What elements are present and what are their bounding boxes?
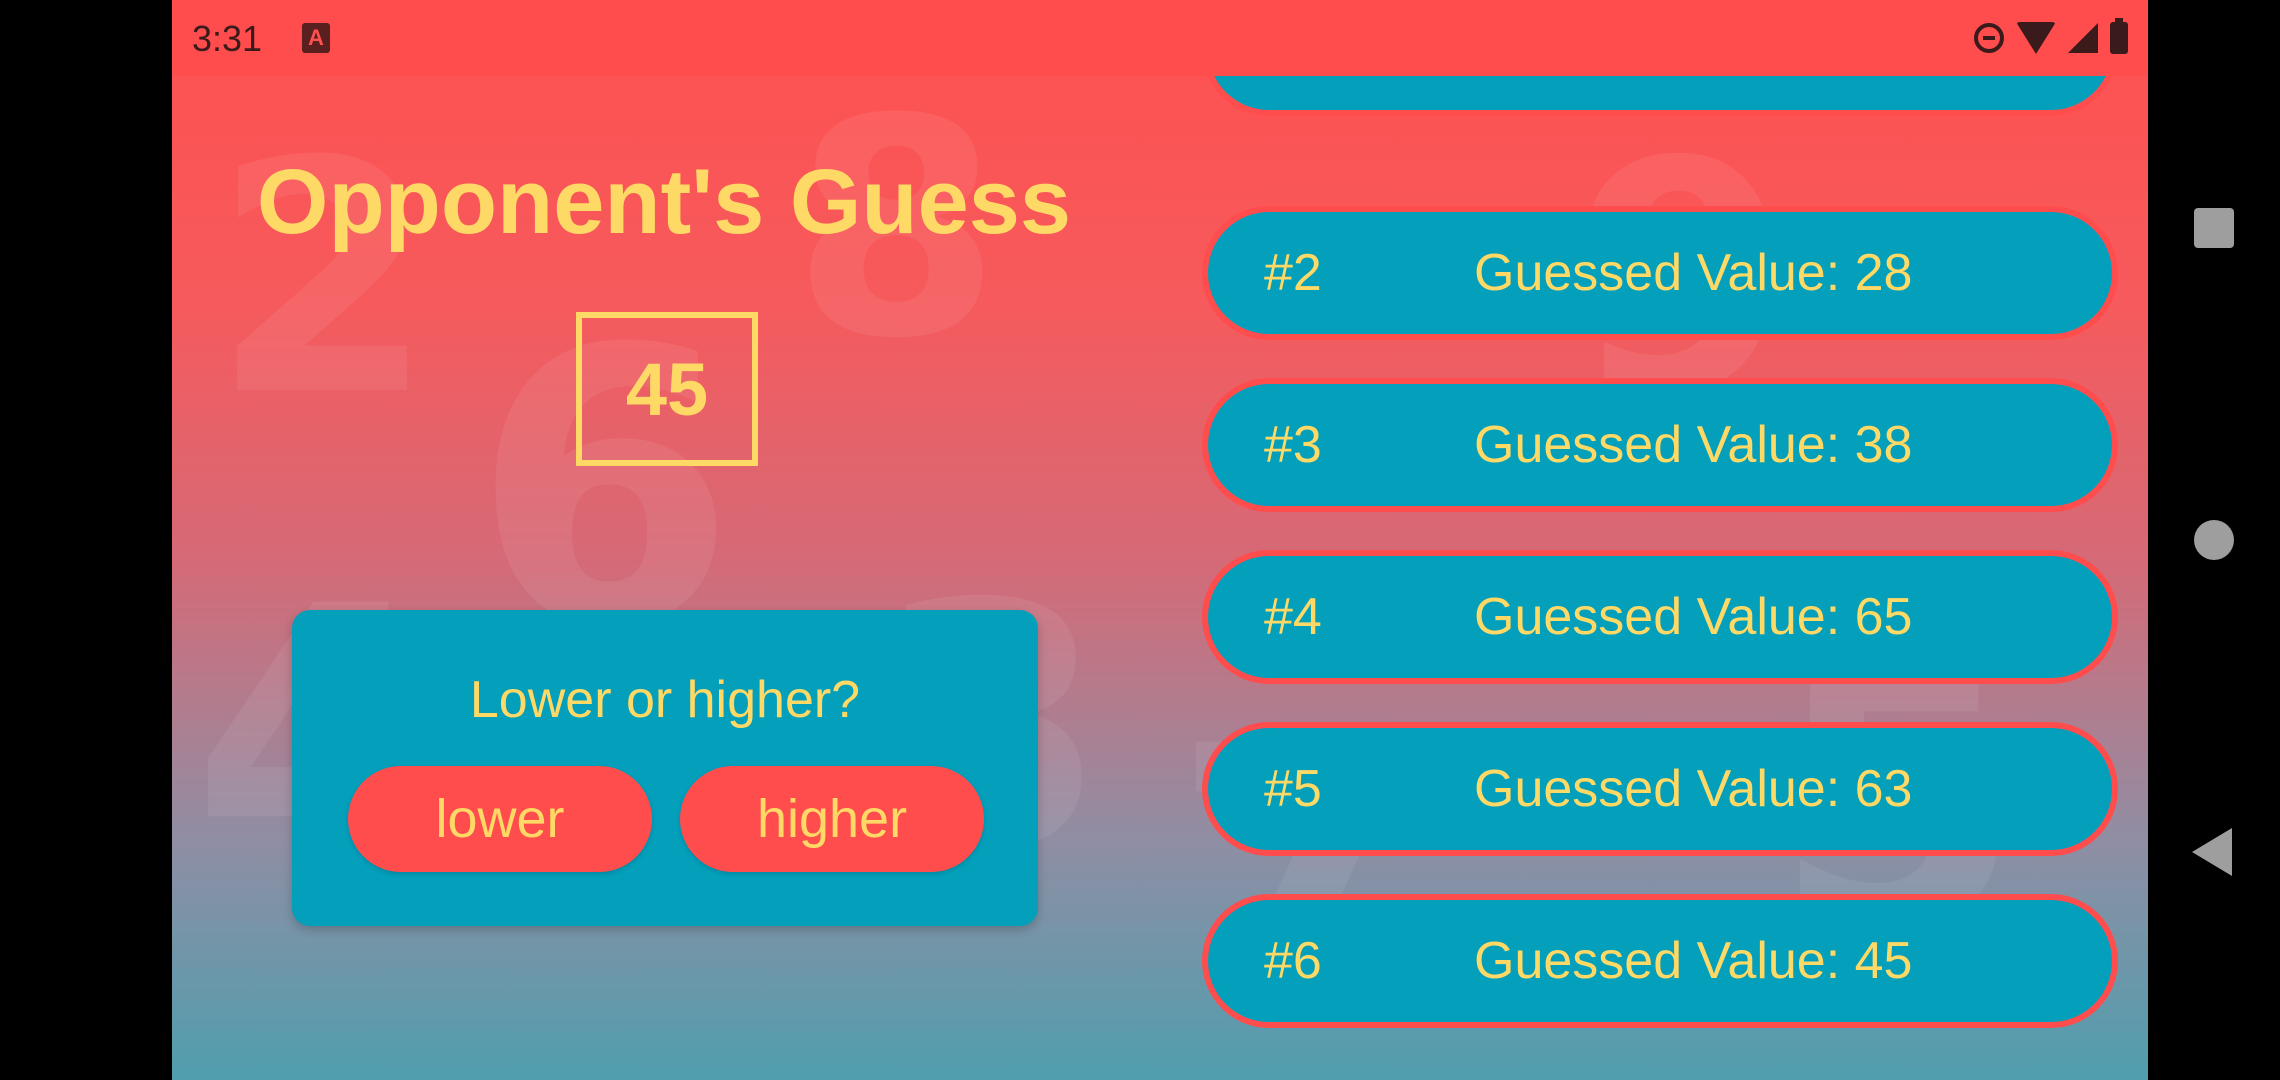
guess-log-item: #3 Guessed Value: 38 <box>1202 378 2118 512</box>
back-triangle-icon[interactable] <box>2192 828 2232 876</box>
guess-round-number: #5 <box>1264 760 1322 818</box>
lower-button[interactable]: lower <box>348 766 652 872</box>
hint-question: Lower or higher? <box>469 671 861 729</box>
device-screen: 2 6 8 4 3 7 9 5 3:31 A Opponent's Guess … <box>0 0 2280 1080</box>
system-nav-bar <box>2148 0 2280 1080</box>
wifi-icon <box>2016 22 2056 54</box>
current-guess-display: 45 <box>576 312 758 466</box>
guess-log-item: #2 Guessed Value: 28 <box>1202 206 2118 340</box>
guess-log-list[interactable]: #2 Guessed Value: 28 #3 Guessed Value: 3… <box>1192 76 2132 1080</box>
recents-square-icon[interactable] <box>2194 208 2234 248</box>
guess-round-number: #2 <box>1264 244 1322 302</box>
status-bar: 3:31 A <box>172 0 2148 76</box>
guess-value-label: Guessed Value: 65 <box>1474 588 1913 646</box>
higher-button[interactable]: higher <box>680 766 984 872</box>
signal-icon <box>2068 23 2098 53</box>
app-notification-icon: A <box>302 23 330 53</box>
game-screen: 2 6 8 4 3 7 9 5 3:31 A Opponent's Guess … <box>172 0 2148 1080</box>
status-icons <box>1974 14 2128 62</box>
hint-card: Lower or higher? lower higher <box>292 610 1038 926</box>
guess-log-item: #6 Guessed Value: 45 <box>1202 894 2118 1028</box>
guess-value-label: Guessed Value: 45 <box>1474 932 1913 990</box>
guess-round-number: #3 <box>1264 416 1322 474</box>
status-time: 3:31 <box>192 18 263 59</box>
guess-log-item-partial <box>1202 76 2118 116</box>
guess-value-label: Guessed Value: 38 <box>1474 416 1913 474</box>
battery-icon <box>2110 18 2128 54</box>
page-title: Opponent's Guess <box>256 151 1072 253</box>
guess-round-number: #6 <box>1264 932 1322 990</box>
guess-round-number: #4 <box>1264 588 1322 646</box>
guess-log-item: #5 Guessed Value: 63 <box>1202 722 2118 856</box>
home-circle-icon[interactable] <box>2194 520 2234 560</box>
guess-log-item: #4 Guessed Value: 65 <box>1202 550 2118 684</box>
guess-value-label: Guessed Value: 28 <box>1474 244 1913 302</box>
dnd-icon <box>1974 23 2004 53</box>
guess-value-label: Guessed Value: 63 <box>1474 760 1913 818</box>
